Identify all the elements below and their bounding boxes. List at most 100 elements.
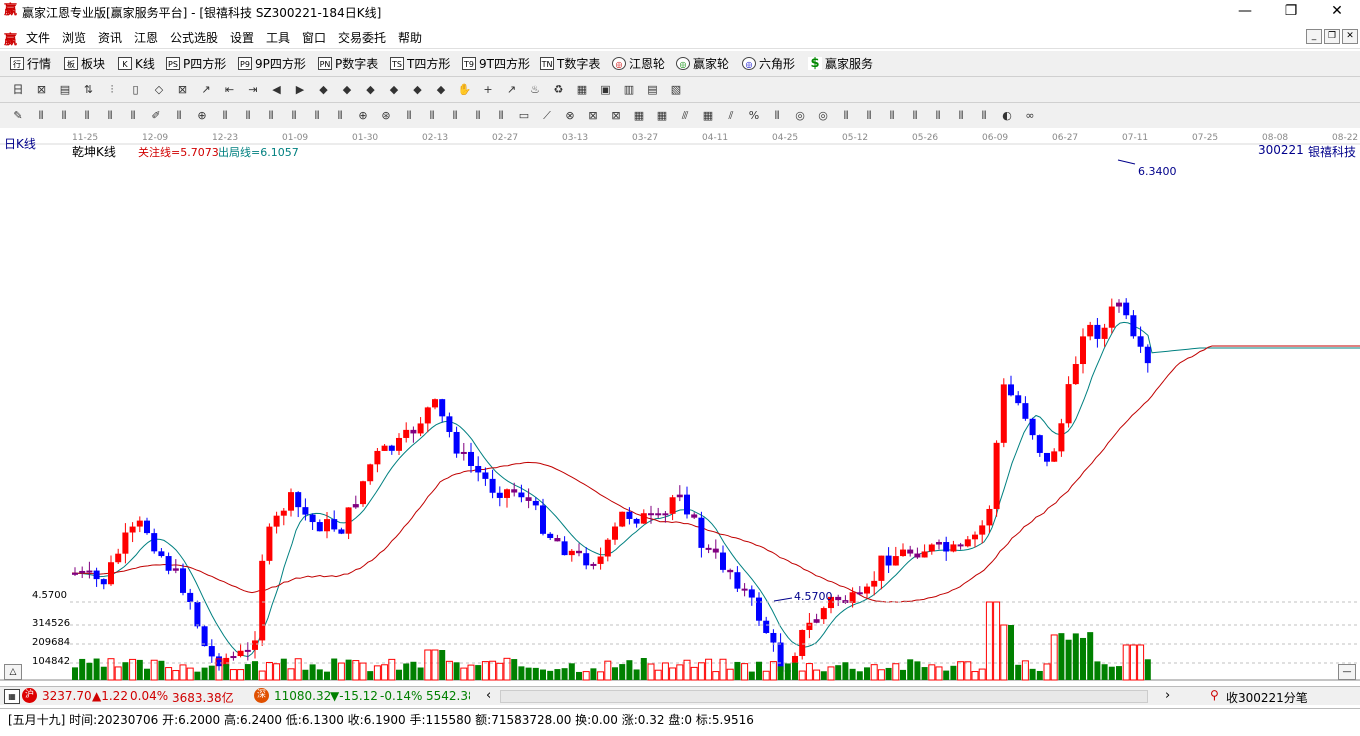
drawing-tool-icon[interactable]: ⫴ <box>33 108 49 123</box>
drawing-tool-icon[interactable]: ⫴ <box>263 108 279 123</box>
menu-help[interactable]: 帮助 <box>398 29 422 46</box>
menu-info[interactable]: 资讯 <box>98 29 122 46</box>
drawing-tool-icon[interactable]: ⫴ <box>861 108 877 123</box>
chart-tool-icon[interactable]: ▧ <box>668 82 684 97</box>
close-button[interactable]: ✕ <box>1314 0 1360 24</box>
toolbar-gann-wheel[interactable]: ◎ 江恩轮 <box>612 55 665 72</box>
drawing-tool-icon[interactable]: ⫴ <box>79 108 95 123</box>
toolbar-t-square[interactable]: TS T四方形 <box>390 55 450 72</box>
chart-tool-icon[interactable]: ▥ <box>621 82 637 97</box>
drawing-tool-icon[interactable]: ⫴ <box>493 108 509 123</box>
menu-trade[interactable]: 交易委托 <box>338 29 386 46</box>
toolbar-9t-square[interactable]: T9 9T四方形 <box>462 55 530 72</box>
drawing-tool-icon[interactable]: ⫴ <box>907 108 923 123</box>
chart-tool-icon[interactable]: + <box>480 82 496 97</box>
restore-button[interactable]: ❐ <box>1268 0 1314 24</box>
scrollbar-track[interactable] <box>500 690 1148 703</box>
drawing-tool-icon[interactable]: ⫴ <box>125 108 141 123</box>
drawing-tool-icon[interactable]: ▦ <box>700 108 716 123</box>
drawing-tool-icon[interactable]: ⫴ <box>286 108 302 123</box>
grid-icon[interactable]: ▦ <box>4 689 20 704</box>
menu-file[interactable]: 文件 <box>26 29 50 46</box>
drawing-tool-icon[interactable]: ⫴ <box>769 108 785 123</box>
drawing-tool-icon[interactable]: ⫴ <box>217 108 233 123</box>
drawing-tool-icon[interactable]: ⊠ <box>585 108 601 123</box>
toolbar-winner-wheel[interactable]: ◎ 赢家轮 <box>676 55 729 72</box>
drawing-tool-icon[interactable]: ◐ <box>999 108 1015 123</box>
drawing-tool-icon[interactable]: ⫴ <box>56 108 72 123</box>
drawing-tool-icon[interactable]: ⊠ <box>608 108 624 123</box>
mdi-minimize-icon[interactable]: _ <box>1306 29 1322 44</box>
drawing-tool-icon[interactable]: ⫻ <box>677 108 693 123</box>
chart-tool-icon[interactable]: ↗ <box>198 82 214 97</box>
toolbar-kline[interactable]: K K线 <box>118 55 155 72</box>
drawing-tool-icon[interactable]: ✎ <box>10 108 26 123</box>
toolbar-sector[interactable]: 板板块 <box>64 55 105 72</box>
menu-window[interactable]: 窗口 <box>302 29 326 46</box>
toolbar-quotes[interactable]: 行行情 <box>10 55 51 72</box>
drawing-tool-icon[interactable]: ⫽ <box>723 108 739 123</box>
drawing-tool-icon[interactable]: ⫴ <box>240 108 256 123</box>
chart-tool-icon[interactable]: ♻ <box>551 82 567 97</box>
drawing-tool-icon[interactable]: ⫴ <box>309 108 325 123</box>
kline-chart-panel[interactable]: 11-25 12-09 12-23 01-09 01-30 02-13 02-27 03-13… <box>0 128 1360 684</box>
drawing-tool-icon[interactable]: ⫴ <box>171 108 187 123</box>
scroll-right-icon[interactable]: › <box>1165 688 1170 703</box>
minimize-button[interactable]: — <box>1222 0 1268 24</box>
chart-tool-icon[interactable]: ◇ <box>151 82 167 97</box>
drawing-tool-icon[interactable]: ⫴ <box>884 108 900 123</box>
drawing-tool-icon[interactable]: ⊛ <box>378 108 394 123</box>
drawing-tool-icon[interactable]: ▦ <box>631 108 647 123</box>
chart-tool-icon[interactable]: ⇤ <box>222 82 238 97</box>
chart-tool-icon[interactable]: ⫶ <box>104 82 120 97</box>
chart-tool-icon[interactable]: ▦ <box>574 82 590 97</box>
drawing-tool-icon[interactable]: ⫴ <box>838 108 854 123</box>
tick-detail-label[interactable]: 收300221分笔 <box>1226 689 1308 706</box>
drawing-tool-icon[interactable]: ⫴ <box>102 108 118 123</box>
menu-settings[interactable]: 设置 <box>230 29 254 46</box>
drawing-tool-icon[interactable]: % <box>746 108 762 123</box>
chart-tool-icon[interactable]: ◀ <box>269 82 285 97</box>
drawing-tool-icon[interactable]: ⫴ <box>976 108 992 123</box>
menu-browse[interactable]: 浏览 <box>62 29 86 46</box>
chart-tool-icon[interactable]: ♨ <box>527 82 543 97</box>
chart-tool-icon[interactable]: ◆ <box>386 82 402 97</box>
chart-tool-icon[interactable]: ⇅ <box>81 82 97 97</box>
chart-tool-icon[interactable]: ◆ <box>363 82 379 97</box>
kline-chart[interactable]: 11-25 12-09 12-23 01-09 01-30 02-13 02-27 03-13… <box>0 128 1360 684</box>
drawing-tool-icon[interactable]: ✐ <box>148 108 164 123</box>
drawing-tool-icon[interactable]: ◎ <box>815 108 831 123</box>
drawing-tool-icon[interactable]: ▦ <box>654 108 670 123</box>
chart-tool-icon[interactable]: ⊠ <box>34 82 50 97</box>
collapse-icon[interactable]: — <box>1338 664 1356 680</box>
chart-tool-icon[interactable]: ▤ <box>57 82 73 97</box>
chart-tool-icon[interactable]: ◆ <box>410 82 426 97</box>
chart-tool-icon[interactable]: ⇥ <box>245 82 261 97</box>
toolbar-p-table[interactable]: PN P数字表 <box>318 55 378 72</box>
drawing-tool-icon[interactable]: ⫴ <box>447 108 463 123</box>
drawing-tool-icon[interactable]: ⫴ <box>424 108 440 123</box>
drawing-tool-icon[interactable]: ⫴ <box>953 108 969 123</box>
drawing-tool-icon[interactable]: ∞ <box>1022 108 1038 123</box>
toolbar-hexagon[interactable]: ◎ 六角形 <box>742 55 795 72</box>
chart-tool-icon[interactable]: ✋ <box>457 82 473 97</box>
mdi-close-icon[interactable]: ✕ <box>1342 29 1358 44</box>
drawing-tool-icon[interactable]: ⫴ <box>930 108 946 123</box>
menu-gann[interactable]: 江恩 <box>134 29 158 46</box>
chart-tool-icon[interactable]: ⊠ <box>175 82 191 97</box>
expand-up-icon[interactable]: △ <box>4 664 22 680</box>
drawing-tool-icon[interactable]: ⫴ <box>470 108 486 123</box>
chart-tool-icon[interactable]: ◆ <box>433 82 449 97</box>
toolbar-p-square[interactable]: PS P四方形 <box>166 55 226 72</box>
chart-tool-icon[interactable]: ◆ <box>339 82 355 97</box>
drawing-tool-icon[interactable]: ⊗ <box>562 108 578 123</box>
chart-tool-icon[interactable]: ▣ <box>598 82 614 97</box>
drawing-tool-icon[interactable]: ⫴ <box>401 108 417 123</box>
chart-tool-icon[interactable]: 日 <box>10 82 26 97</box>
drawing-tool-icon[interactable]: ⟋ <box>539 108 555 123</box>
toolbar-winner-service[interactable]: $ 赢家服务 <box>808 55 873 72</box>
chart-tool-icon[interactable]: ▯ <box>128 82 144 97</box>
chart-tool-icon[interactable]: ◆ <box>316 82 332 97</box>
drawing-tool-icon[interactable]: ⫴ <box>332 108 348 123</box>
chart-tool-icon[interactable]: ▤ <box>645 82 661 97</box>
